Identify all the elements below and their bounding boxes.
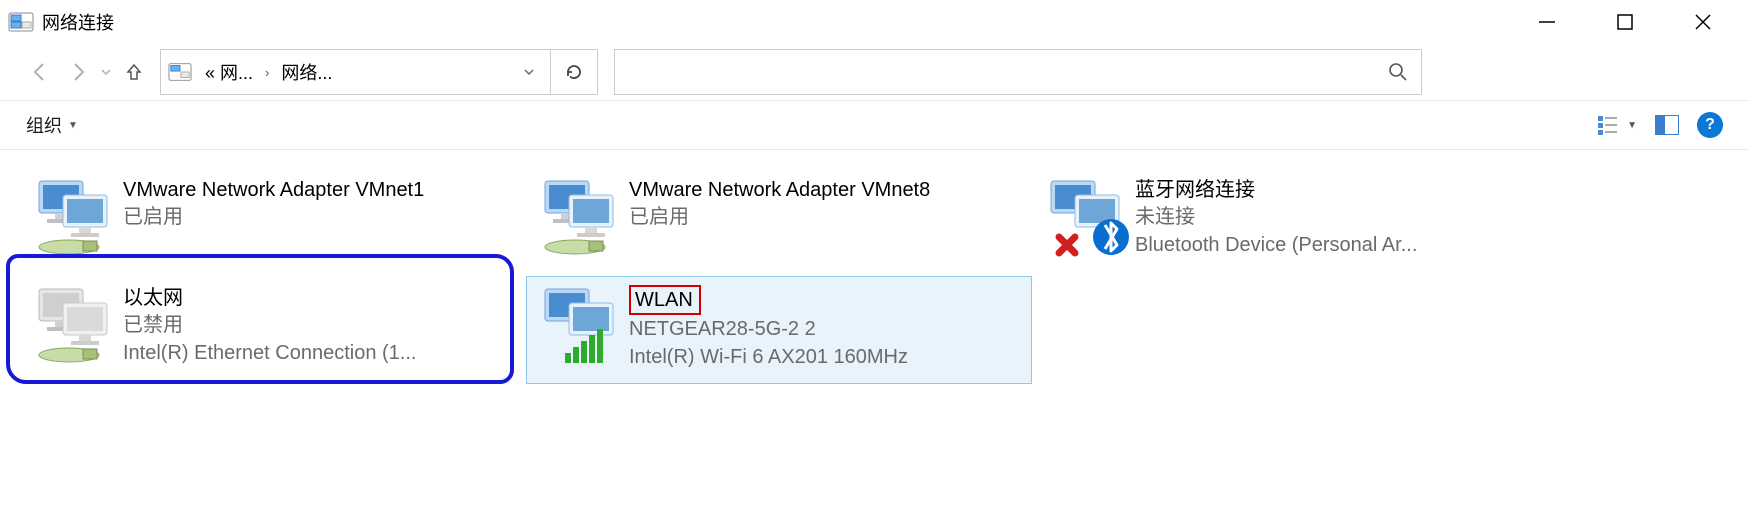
refresh-button[interactable]	[551, 50, 597, 94]
connection-item-vmnet8[interactable]: VMware Network Adapter VMnet8 已启用	[526, 168, 1032, 276]
recent-locations-button[interactable]	[98, 67, 114, 77]
back-button[interactable]	[22, 54, 58, 90]
connection-detail: Intel(R) Ethernet Connection (1...	[123, 339, 517, 367]
connection-status: 未连接	[1135, 203, 1529, 231]
maximize-button[interactable]	[1611, 8, 1639, 36]
connection-name: 以太网	[123, 285, 517, 311]
breadcrumb-part1[interactable]: « 网...	[199, 50, 259, 94]
search-icon[interactable]	[1375, 50, 1421, 94]
chevron-down-icon: ▼	[68, 120, 78, 131]
network-enabled-icon	[29, 175, 123, 265]
search-box[interactable]	[614, 49, 1422, 95]
bluetooth-disconnected-icon	[1041, 175, 1135, 265]
wifi-connected-icon	[535, 283, 629, 373]
view-button[interactable]: ▼	[1597, 114, 1637, 136]
items-grid: VMware Network Adapter VMnet1 已启用	[20, 168, 1729, 384]
window-controls	[1533, 8, 1741, 36]
forward-button[interactable]	[60, 54, 96, 90]
command-bar: 组织 ▼ ▼ ?	[0, 100, 1749, 150]
connection-status: NETGEAR28-5G-2 2	[629, 315, 1023, 343]
network-disabled-icon	[29, 283, 123, 373]
connection-detail: Bluetooth Device (Personal Ar...	[1135, 231, 1529, 259]
chevron-down-icon: ▼	[1627, 120, 1637, 131]
help-button[interactable]: ?	[1697, 112, 1723, 138]
window-icon	[8, 9, 34, 35]
breadcrumb-separator[interactable]: ›	[259, 65, 275, 80]
nav-bar: « 网... › 网络...	[0, 44, 1749, 100]
connection-item-ethernet[interactable]: 以太网 已禁用 Intel(R) Ethernet Connection (1.…	[20, 276, 526, 384]
up-button[interactable]	[116, 54, 152, 90]
search-input[interactable]	[615, 62, 1375, 83]
connection-item-vmnet1[interactable]: VMware Network Adapter VMnet1 已启用	[20, 168, 526, 276]
connection-name: 蓝牙网络连接	[1135, 177, 1529, 203]
window-title: 网络连接	[42, 9, 114, 35]
wlan-red-highlight: WLAN	[629, 285, 701, 315]
connection-status: 已启用	[629, 203, 1023, 231]
connection-detail: Intel(R) Wi-Fi 6 AX201 160MHz	[629, 343, 1023, 371]
title-bar: 网络连接	[0, 0, 1749, 44]
address-dropdown[interactable]	[507, 50, 551, 94]
network-enabled-icon	[535, 175, 629, 265]
connection-item-bluetooth[interactable]: 蓝牙网络连接 未连接 Bluetooth Device (Personal Ar…	[1032, 168, 1538, 276]
close-button[interactable]	[1689, 8, 1717, 36]
connection-name: VMware Network Adapter VMnet1	[123, 177, 517, 203]
connection-item-wlan[interactable]: WLAN NETGEAR28-5G-2 2 Intel(R) Wi-Fi 6 A…	[526, 276, 1032, 384]
preview-pane-button[interactable]	[1655, 115, 1679, 135]
address-icon	[161, 60, 199, 84]
content-area: VMware Network Adapter VMnet1 已启用	[0, 150, 1749, 394]
connection-name: WLAN	[629, 285, 1023, 315]
minimize-button[interactable]	[1533, 8, 1561, 36]
breadcrumb-part2[interactable]: 网络...	[275, 50, 338, 94]
connection-name: VMware Network Adapter VMnet8	[629, 177, 1023, 203]
organize-button[interactable]: 组织 ▼	[26, 112, 78, 138]
pane-icon	[1655, 115, 1679, 135]
organize-label: 组织	[26, 112, 62, 138]
connection-status: 已启用	[123, 203, 517, 231]
connection-status: 已禁用	[123, 311, 517, 339]
address-bar[interactable]: « 网... › 网络...	[160, 49, 598, 95]
view-icon	[1597, 114, 1619, 136]
